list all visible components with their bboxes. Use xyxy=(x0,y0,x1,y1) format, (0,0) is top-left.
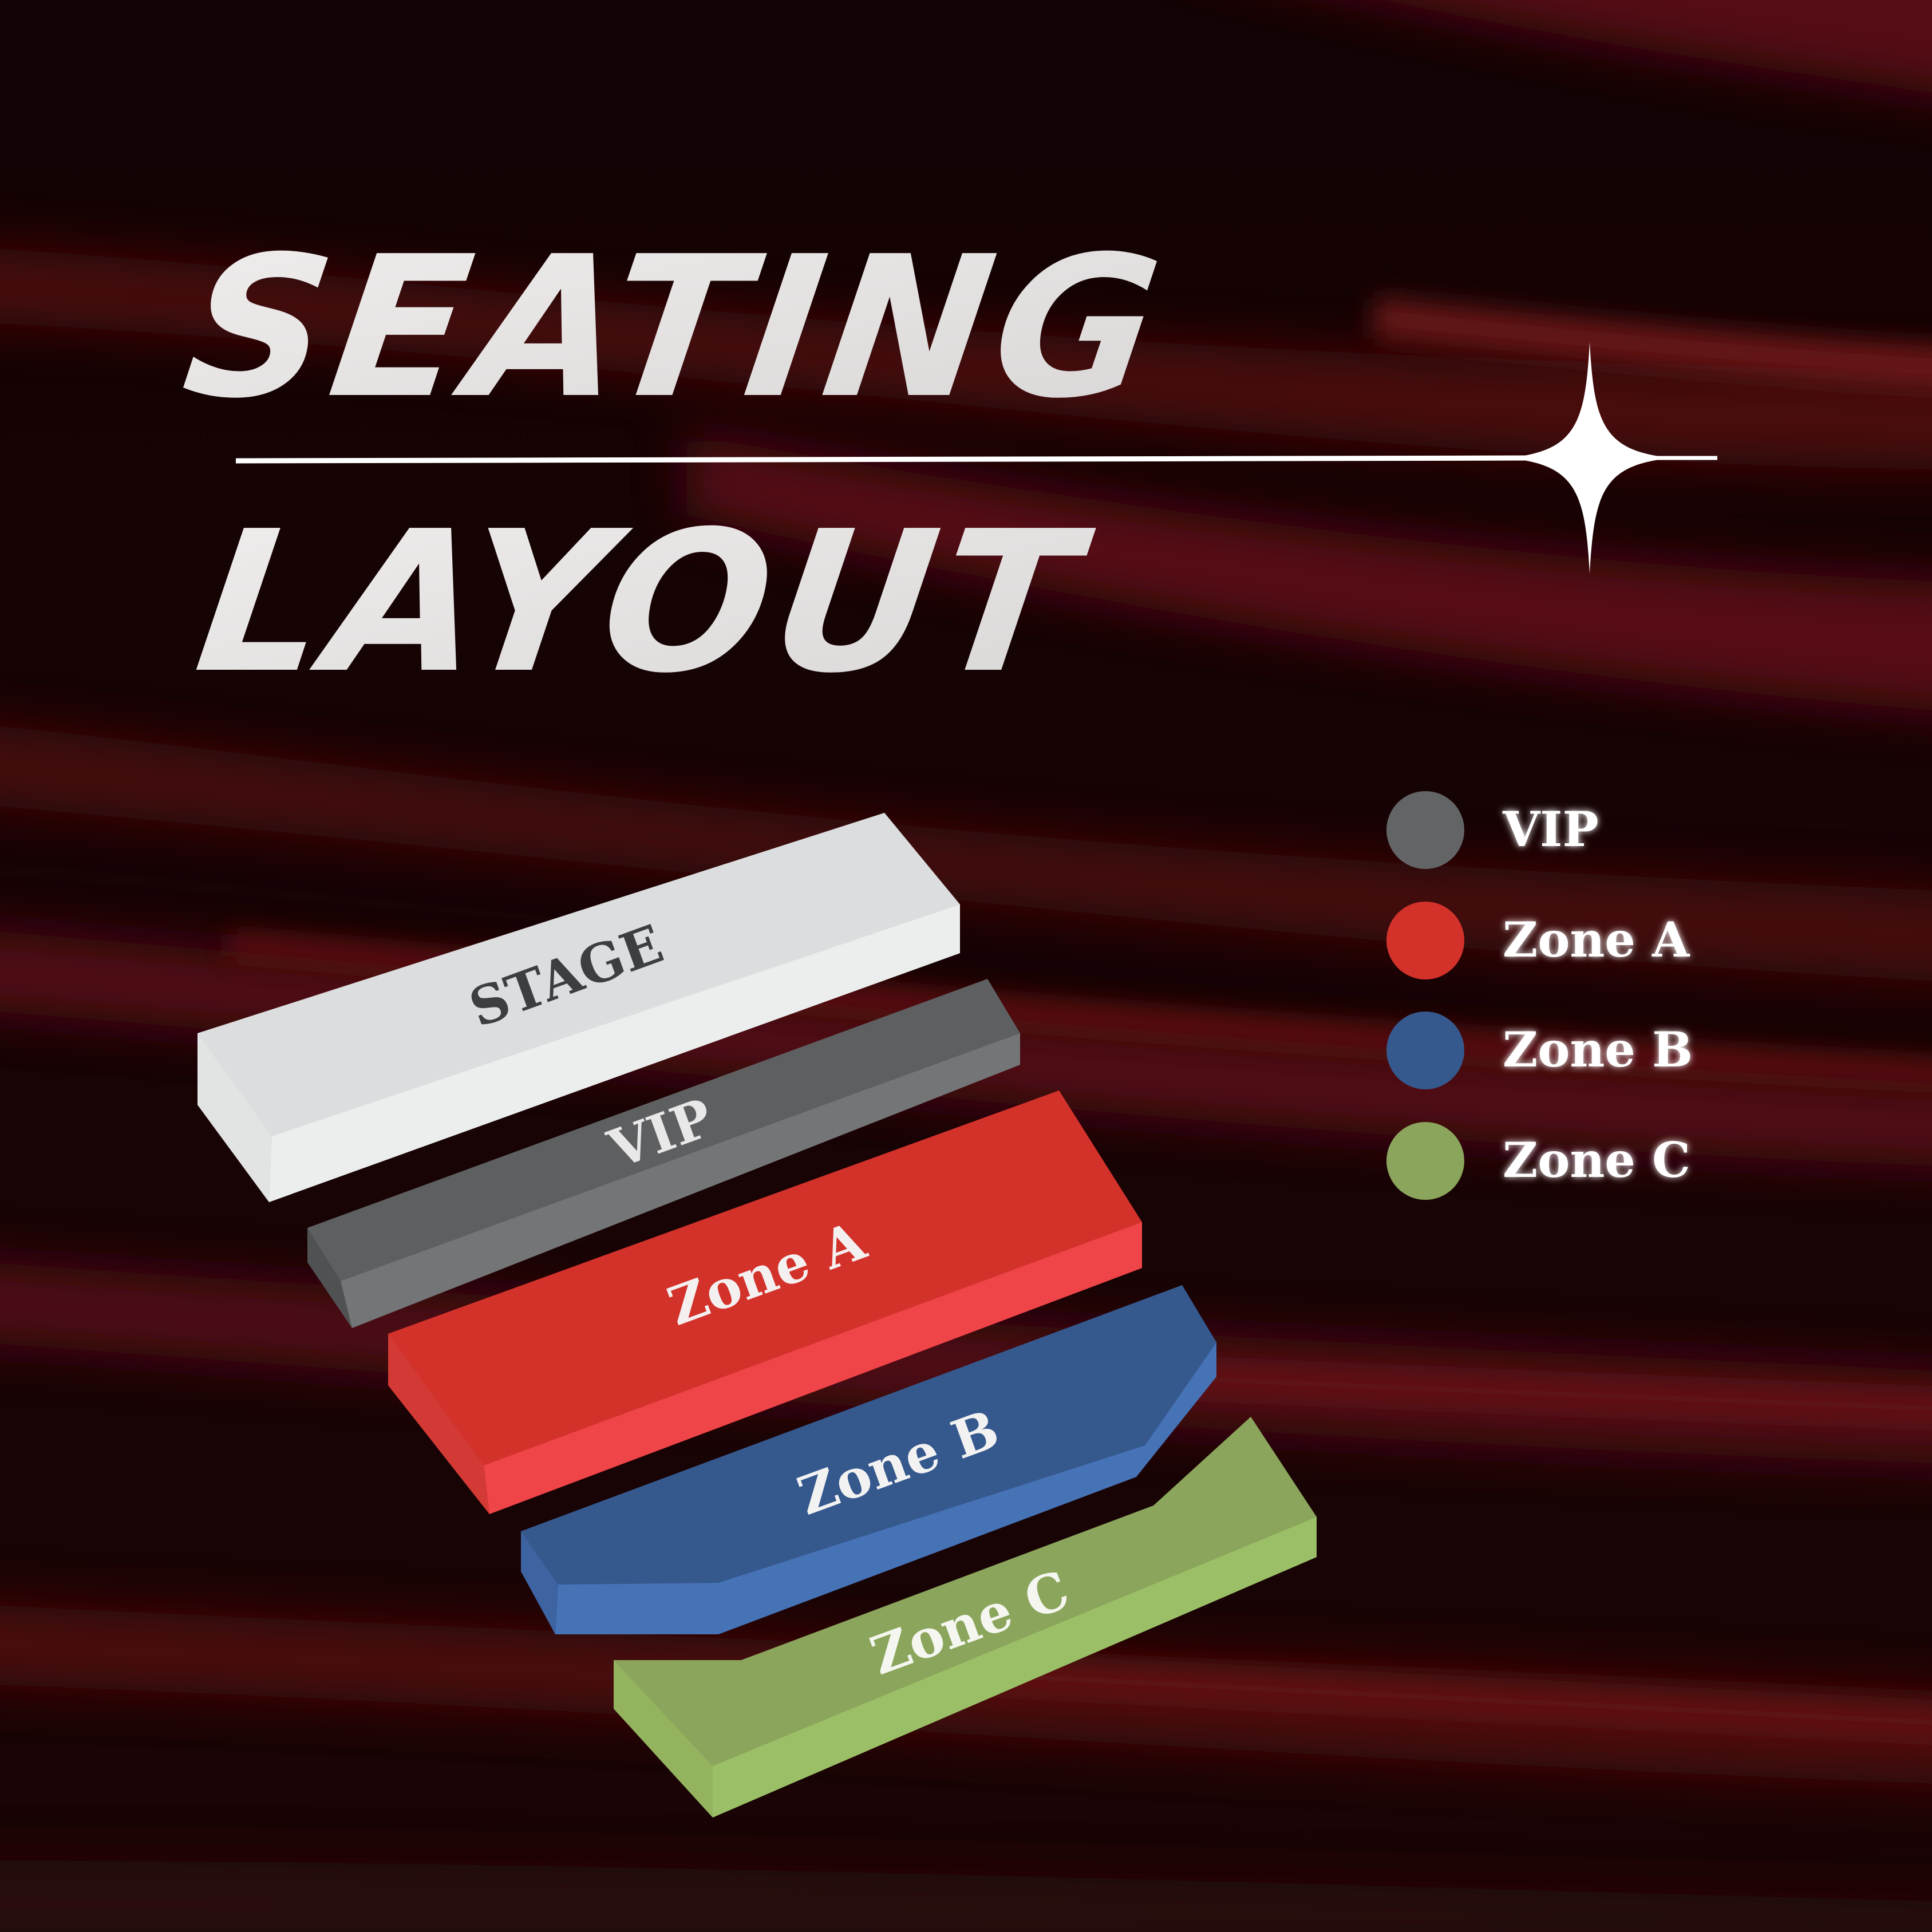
legend-label-zone-a: Zone A xyxy=(1503,911,1690,968)
title-line-1: SEATING xyxy=(173,215,1178,441)
legend-label-zone-b: Zone B xyxy=(1503,1021,1693,1078)
legend-label-vip: VIP xyxy=(1502,801,1599,858)
legend-swatch-zone-b xyxy=(1386,1012,1464,1089)
legend-swatch-zone-c xyxy=(1386,1122,1464,1200)
legend-item-zone-c: Zone C xyxy=(1386,1122,1690,1200)
legend-item-zone-b: Zone B xyxy=(1386,1012,1693,1089)
legend-item-zone-a: Zone A xyxy=(1386,902,1690,979)
title-line-2: LAYOUT xyxy=(185,489,1102,716)
legend-swatch-zone-a xyxy=(1386,902,1464,979)
legend-swatch-vip xyxy=(1386,791,1464,869)
poster-canvas: SEATING LAYOUT STAGE VIP Zone A Zone B Z… xyxy=(0,0,1932,1932)
poster: SEATING LAYOUT STAGE VIP Zone A Zone B Z… xyxy=(0,0,1932,1932)
legend-label-zone-c: Zone C xyxy=(1503,1132,1690,1188)
title-divider xyxy=(235,455,1540,464)
